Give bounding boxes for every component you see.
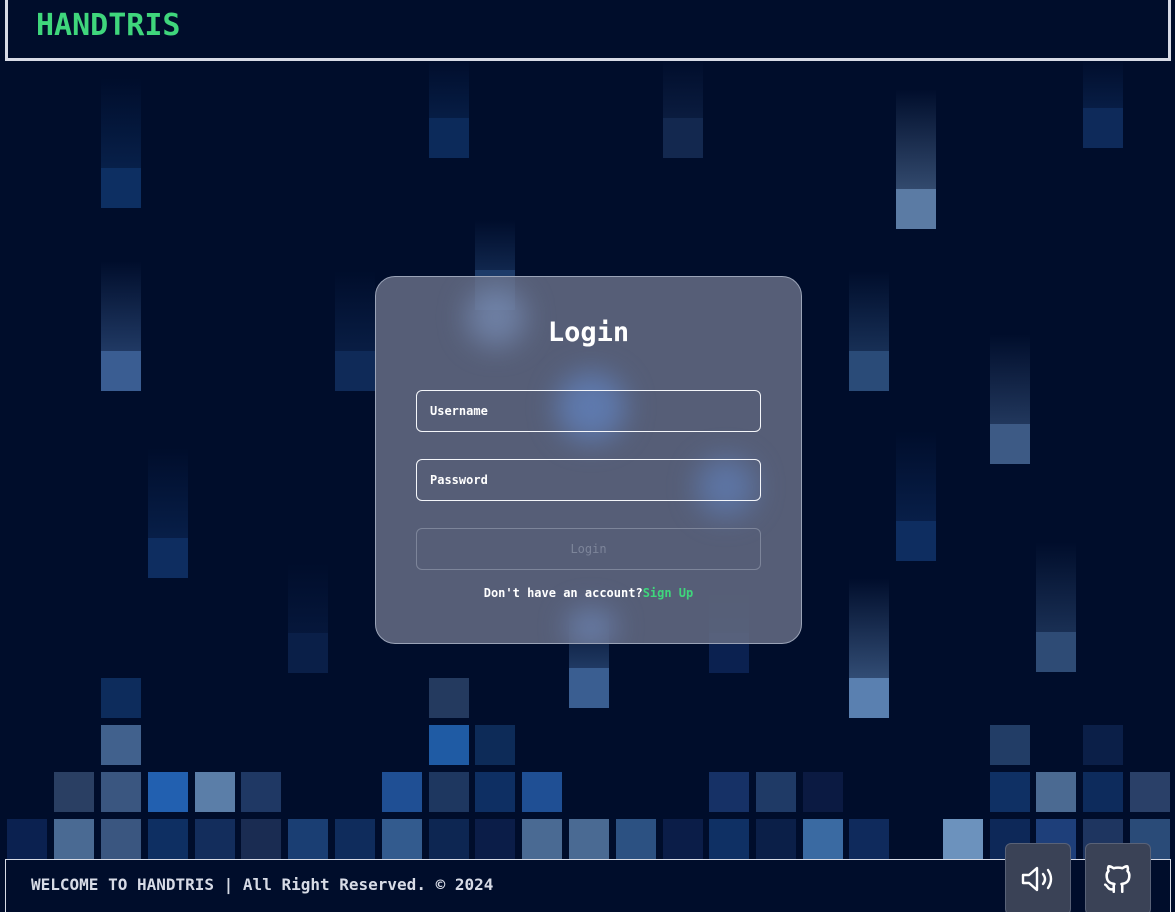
signup-link[interactable]: Sign Up <box>643 586 694 600</box>
background-block <box>849 678 889 718</box>
background-trail <box>1036 542 1076 632</box>
background-block <box>241 819 281 859</box>
background-block <box>101 772 141 812</box>
username-input[interactable] <box>416 390 761 432</box>
background-block <box>896 521 936 561</box>
background-block <box>522 772 562 812</box>
sound-button[interactable] <box>1005 843 1071 912</box>
background-block <box>382 819 422 859</box>
background-block <box>429 678 469 718</box>
background-block <box>803 772 843 812</box>
background-trail <box>849 578 889 678</box>
background-trail <box>475 220 515 270</box>
background-block <box>429 725 469 765</box>
login-title: Login <box>547 317 630 348</box>
background-block <box>616 819 656 859</box>
signup-prompt: Don't have an account?Sign Up <box>376 586 801 600</box>
background-block <box>663 819 703 859</box>
background-block <box>335 819 375 859</box>
background-block <box>101 678 141 718</box>
password-input[interactable] <box>416 459 761 501</box>
background-block <box>429 772 469 812</box>
background-block <box>943 819 983 859</box>
github-icon <box>1103 865 1131 894</box>
background-block <box>195 819 235 859</box>
background-block <box>7 819 47 859</box>
background-block <box>990 725 1030 765</box>
background-block <box>1036 632 1076 672</box>
background-block <box>849 351 889 391</box>
background-block <box>101 725 141 765</box>
login-card: Login Login Don't have an account?Sign U… <box>375 276 802 644</box>
background-block <box>148 772 188 812</box>
background-trail <box>1083 58 1123 108</box>
footer: WELCOME TO HANDTRIS | All Right Reserved… <box>5 859 1171 912</box>
background-block <box>54 819 94 859</box>
footer-text: WELCOME TO HANDTRIS | All Right Reserved… <box>31 875 494 894</box>
background-block <box>429 819 469 859</box>
background-block <box>101 819 141 859</box>
background-block <box>288 819 328 859</box>
background-trail <box>896 89 936 189</box>
background-trail <box>335 271 375 351</box>
background-block <box>1083 772 1123 812</box>
background-block <box>475 819 515 859</box>
background-block <box>335 351 375 391</box>
speaker-icon <box>1021 866 1053 892</box>
background-block <box>1083 725 1123 765</box>
background-block <box>803 819 843 859</box>
background-block <box>382 772 422 812</box>
background-trail <box>101 78 141 168</box>
background-trail <box>148 448 188 538</box>
background-block <box>849 819 889 859</box>
background-block <box>522 819 562 859</box>
background-block <box>148 819 188 859</box>
background-trail <box>896 431 936 521</box>
background-block <box>54 772 94 812</box>
background-trail <box>990 334 1030 424</box>
background-block <box>990 772 1030 812</box>
signup-prompt-text: Don't have an account? <box>483 586 643 600</box>
github-button[interactable] <box>1085 843 1151 912</box>
background-trail <box>101 261 141 351</box>
background-block <box>475 772 515 812</box>
background-trail <box>849 271 889 351</box>
background-block <box>288 633 328 673</box>
background-trail <box>288 563 328 633</box>
background-block <box>241 772 281 812</box>
background-block <box>1130 772 1170 812</box>
background-block <box>101 168 141 208</box>
background-block <box>896 189 936 229</box>
background-block <box>429 118 469 158</box>
background-block <box>756 819 796 859</box>
background-block <box>195 772 235 812</box>
background-block <box>569 819 609 859</box>
background-block <box>1036 772 1076 812</box>
login-button[interactable]: Login <box>416 528 761 570</box>
background-trail <box>429 58 469 118</box>
background-block <box>709 772 749 812</box>
background-block <box>756 772 796 812</box>
background-block <box>148 538 188 578</box>
header: HANDTRIS <box>5 0 1171 61</box>
background-block <box>990 424 1030 464</box>
logo: HANDTRIS <box>36 8 181 43</box>
card-glow <box>566 607 616 643</box>
background-block <box>475 725 515 765</box>
background-block <box>101 351 141 391</box>
background-block <box>709 819 749 859</box>
background-block <box>663 118 703 158</box>
background-block <box>569 668 609 708</box>
background-trail <box>663 58 703 118</box>
background-block <box>1083 108 1123 148</box>
